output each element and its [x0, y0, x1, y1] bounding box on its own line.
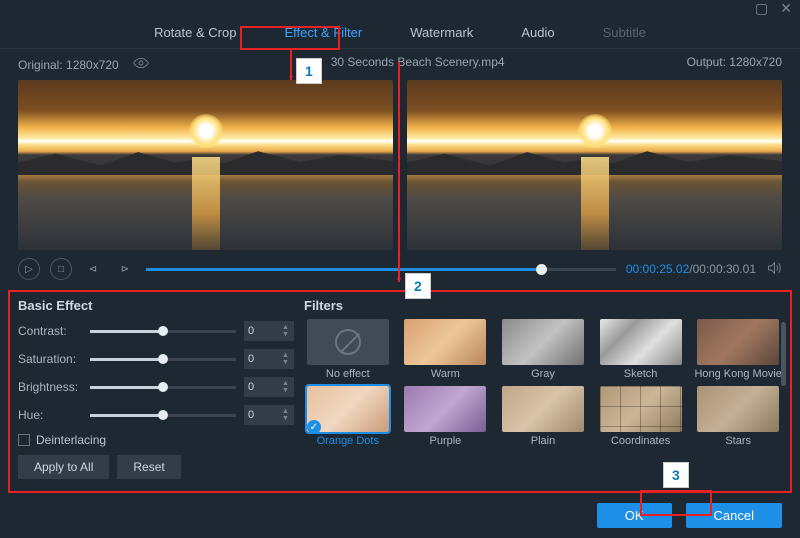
filter-warm[interactable]: Warm	[402, 319, 490, 380]
tab-rotate-crop[interactable]: Rotate & Crop	[130, 17, 260, 48]
seek-slider[interactable]	[146, 262, 616, 276]
annotation-arrow-1	[289, 50, 293, 80]
titlebar: ▢ ✕	[0, 0, 800, 17]
brightness-label: Brightness:	[18, 380, 82, 394]
saturation-spinner[interactable]: 0▲▼	[244, 349, 294, 369]
footer: OK Cancel	[0, 493, 800, 538]
basic-effect-title: Basic Effect	[18, 298, 294, 313]
filter-stars[interactable]: Stars	[694, 386, 782, 447]
tab-effect-filter[interactable]: Effect & Filter	[260, 17, 386, 48]
saturation-slider[interactable]	[90, 353, 236, 365]
contrast-label: Contrast:	[18, 324, 82, 338]
hue-label: Hue:	[18, 408, 82, 422]
ok-button[interactable]: OK	[597, 503, 672, 528]
tab-bar: Rotate & Crop Effect & Filter Watermark …	[0, 17, 800, 49]
checkmark-icon: ✓	[307, 420, 321, 432]
maximize-icon[interactable]: ▢	[755, 0, 768, 17]
stop-button[interactable]: □	[50, 258, 72, 280]
annotation-label-1: 1	[296, 58, 322, 84]
filter-purple[interactable]: Purple	[402, 386, 490, 447]
filter-plain[interactable]: Plain	[499, 386, 587, 447]
contrast-slider[interactable]	[90, 325, 236, 337]
hue-spinner[interactable]: 0▲▼	[244, 405, 294, 425]
hue-slider[interactable]	[90, 409, 236, 421]
tab-audio[interactable]: Audio	[497, 17, 578, 48]
original-resolution-label: Original: 1280x720	[18, 58, 119, 72]
time-display: 00:00:25.02/00:00:30.01	[626, 262, 756, 276]
filters-scrollbar[interactable]	[781, 322, 786, 386]
filename-label: 30 Seconds Beach Scenery.mp4	[149, 55, 687, 74]
preview-toggle-icon[interactable]	[133, 55, 149, 74]
annotation-label-2: 2	[405, 273, 431, 299]
tab-subtitle[interactable]: Subtitle	[579, 17, 670, 48]
deinterlacing-label: Deinterlacing	[36, 433, 106, 447]
apply-to-all-button[interactable]: Apply to All	[18, 455, 109, 479]
output-resolution-label: Output: 1280x720	[687, 55, 782, 74]
filter-hong-kong-movie[interactable]: Hong Kong Movie	[694, 319, 782, 380]
brightness-spinner[interactable]: 0▲▼	[244, 377, 294, 397]
next-frame-button[interactable]: ⊳	[114, 258, 136, 280]
play-button[interactable]: ▷	[18, 258, 40, 280]
filter-coordinates[interactable]: Coordinates	[597, 386, 685, 447]
basic-effect-section: Basic Effect Contrast: 0▲▼ Saturation: 0…	[18, 298, 294, 479]
contrast-spinner[interactable]: 0▲▼	[244, 321, 294, 341]
saturation-label: Saturation:	[18, 352, 82, 366]
cancel-button[interactable]: Cancel	[686, 503, 782, 528]
close-icon[interactable]: ✕	[780, 0, 792, 17]
annotation-label-3: 3	[663, 462, 689, 488]
original-preview	[18, 80, 393, 250]
no-effect-icon	[335, 329, 361, 355]
annotation-arrow-2	[397, 62, 401, 282]
volume-icon[interactable]	[766, 260, 782, 279]
filter-sketch[interactable]: Sketch	[597, 319, 685, 380]
brightness-slider[interactable]	[90, 381, 236, 393]
filter-gray[interactable]: Gray	[499, 319, 587, 380]
deinterlacing-checkbox[interactable]	[18, 434, 30, 446]
filter-orange-dots[interactable]: ✓ Orange Dots	[304, 386, 392, 447]
filter-no-effect[interactable]: No effect	[304, 319, 392, 380]
reset-button[interactable]: Reset	[117, 455, 180, 479]
prev-frame-button[interactable]: ⊲	[82, 258, 104, 280]
filters-section: Filters No effect Warm Gray Sketch Hong …	[304, 298, 782, 479]
filters-title: Filters	[304, 298, 782, 313]
tab-watermark[interactable]: Watermark	[386, 17, 497, 48]
output-preview	[407, 80, 782, 250]
